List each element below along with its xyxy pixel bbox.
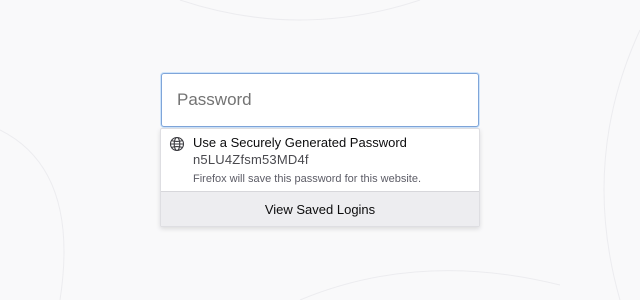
password-input[interactable]	[161, 73, 479, 127]
suggestion-title: Use a Securely Generated Password	[193, 135, 407, 150]
suggestion-note: Firefox will save this password for this…	[193, 173, 422, 185]
generated-password-suggestion[interactable]: Use a Securely Generated Password n5LU4Z…	[161, 129, 479, 191]
autocomplete-popup: Use a Securely Generated Password n5LU4Z…	[160, 128, 480, 227]
view-saved-logins-button[interactable]: View Saved Logins	[161, 191, 479, 226]
generated-password-value: n5LU4Zfsm53MD4f	[193, 152, 309, 167]
globe-icon	[169, 136, 185, 152]
